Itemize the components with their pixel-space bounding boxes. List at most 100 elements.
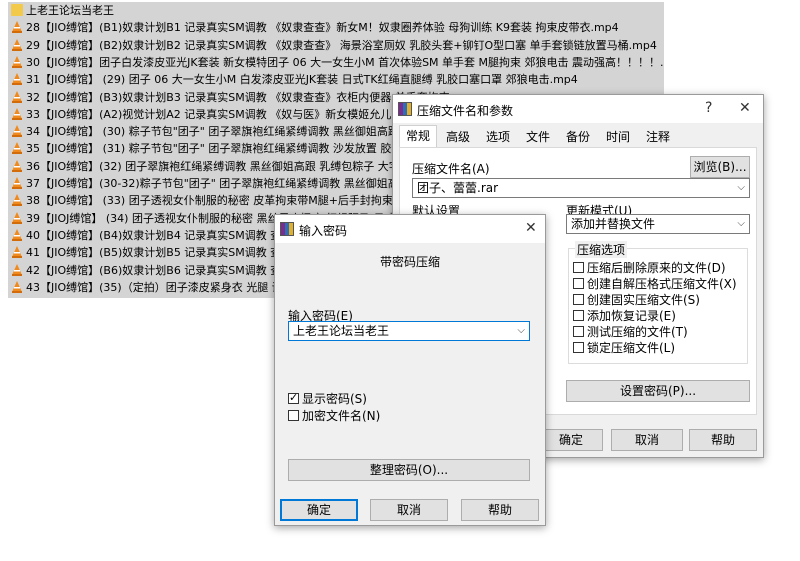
show-password-box[interactable] (288, 391, 299, 404)
vlc-cone-icon (11, 21, 23, 34)
vlc-cone-icon (11, 280, 23, 293)
file-name: 30【JIO缚馆】团子白发漆皮亚光JK套装 新女模特团子 06 大一女生小M 首… (26, 55, 664, 69)
file-name: 36【JIO缚馆】(32) 团子翠旗袍红绳紧缚调教 黑丝御姐高跟 乳缚包粽子 大… (26, 159, 433, 173)
archive-name-input[interactable]: 团子、蕾蕾.rar ⌵ (412, 178, 750, 198)
vlc-cone-icon (11, 194, 23, 207)
archive-option-label: 添加恢复记录(E) (587, 309, 676, 323)
encrypt-filenames-box[interactable] (288, 410, 299, 421)
archive-option-label: 压缩后删除原来的文件(D) (587, 261, 726, 275)
close-icon[interactable]: ✕ (739, 100, 751, 116)
show-password-label: 显示密码(S) (302, 392, 367, 406)
password-input[interactable]: 上老王论坛当老王 ⌵ (288, 321, 530, 341)
vlc-cone-icon (11, 246, 23, 259)
archive-option-label: 创建自解压格式压缩文件(X) (587, 277, 737, 291)
password-heading: 带密码压缩 (379, 255, 440, 269)
checkbox-box[interactable] (573, 262, 584, 273)
update-mode-select[interactable]: 添加并替换文件 ⌵ (566, 214, 750, 234)
chevron-down-icon[interactable]: ⌵ (517, 322, 525, 340)
file-name: 42【JIO缚馆】(B6)奴隶计划B6 记录真实SM调教 查查首 (26, 263, 304, 277)
vlc-cone-icon (11, 228, 23, 241)
tab-5[interactable]: 时间 (599, 127, 637, 147)
tab-2[interactable]: 选项 (479, 127, 517, 147)
organize-passwords-button[interactable]: 整理密码(O)... (288, 459, 530, 481)
checkbox-box[interactable] (573, 326, 584, 337)
set-password-button[interactable]: 设置密码(P)... (566, 380, 750, 402)
tab-6[interactable]: 注释 (639, 127, 677, 147)
vlc-cone-icon (11, 142, 23, 155)
archive-option-label: 锁定压缩文件(L) (587, 341, 676, 355)
vlc-cone-icon (11, 38, 23, 51)
file-name: 43【JIO缚馆】(35)（定拍）团子漆皮紧身衣 光腿 调教椅 (26, 280, 305, 294)
file-name: 40【JIO缚馆】(B4)奴隶计划B4 记录真实SM调教 查查K9 (26, 228, 307, 242)
vlc-cone-icon (11, 263, 23, 276)
password-help-button[interactable]: 帮助 (461, 499, 539, 521)
file-name: 31【JIO缚馆】 (29) 团子 06 大一女生小M 白发漆皮亚光JK套装 日… (26, 73, 578, 87)
archive-option-checkbox[interactable]: 测试压缩的文件(T) (573, 323, 688, 340)
archive-option-checkbox[interactable]: 压缩后删除原来的文件(D) (573, 259, 726, 276)
vlc-cone-icon (11, 107, 23, 120)
file-name: 34【JIO缚馆】 (30) 粽子节包"团子" 团子翠旗袍红绳紧缚调教 黑丝御姐… (26, 125, 425, 139)
archive-name-value: 团子、蕾蕾.rar (417, 181, 499, 195)
folder-icon (11, 4, 23, 16)
browse-button[interactable]: 浏览(B)... (690, 156, 750, 178)
archive-option-checkbox[interactable]: 创建固实压缩文件(S) (573, 291, 700, 308)
archive-name-label: 压缩文件名(A) (412, 162, 490, 176)
close-icon[interactable]: ✕ (525, 220, 537, 236)
archive-dialog-titlebar[interactable]: 压缩文件名和参数 ? ✕ (393, 95, 763, 123)
archive-option-checkbox[interactable]: 锁定压缩文件(L) (573, 339, 675, 356)
archive-option-label: 测试压缩的文件(T) (587, 325, 688, 339)
file-name: 41【JIO缚馆】(B5)奴隶计划B5 记录真实SM调教 查查常 (26, 246, 304, 260)
tab-4[interactable]: 备份 (559, 127, 597, 147)
file-row[interactable]: 28【JIO缚馆】(B1)奴隶计划B1 记录真实SM调教 《奴隶查查》新女M！奴… (8, 19, 664, 36)
encrypt-filenames-label: 加密文件名(N) (302, 409, 381, 423)
password-dialog-title: 输入密码 (299, 224, 348, 238)
archive-dialog-title: 压缩文件名和参数 (417, 104, 514, 118)
file-name: 32【JIO缚馆】(B3)奴隶计划B3 记录真实SM调教 《奴隶查查》衣柜内便器… (26, 90, 450, 104)
update-mode-value: 添加并替换文件 (571, 217, 656, 231)
file-name: 29【JIO缚馆】(B2)奴隶计划B2 记录真实SM调教 《奴隶查查》 海景浴室… (26, 38, 657, 52)
vlc-cone-icon (11, 211, 23, 224)
file-row[interactable]: 29【JIO缚馆】(B2)奴隶计划B2 记录真实SM调教 《奴隶查查》 海景浴室… (8, 37, 664, 54)
archive-ok-button[interactable]: 确定 (539, 429, 603, 451)
tab-3[interactable]: 文件 (519, 127, 557, 147)
checkbox-box[interactable] (573, 342, 584, 353)
chevron-down-icon[interactable]: ⌵ (737, 179, 745, 197)
vlc-cone-icon (11, 90, 23, 103)
file-name: 上老王论坛当老王 (26, 4, 114, 17)
winrar-icon (280, 222, 294, 236)
file-name: 37【JIO缚馆】(30-32)粽子节包"团子" 团子翠旗袍红绳紧缚调教 黑丝御… (26, 177, 436, 190)
file-name: 38【JIO缚馆】 (33) 团子透视女仆制服的秘密 皮革拘束带M腿+后手封拘束… (26, 194, 430, 208)
file-row[interactable]: 30【JIO缚馆】团子白发漆皮亚光JK套装 新女模特团子 06 大一女生小M 首… (8, 54, 664, 71)
file-name: 35【JIO缚馆】 (31) 粽子节包"团子" 团子翠旗袍红绳紧缚调教 沙发放置… (26, 142, 434, 156)
tab-0[interactable]: 常规 (399, 125, 437, 148)
encrypt-filenames-checkbox[interactable]: 加密文件名(N) (288, 407, 380, 424)
archive-option-label: 创建固实压缩文件(S) (587, 293, 700, 307)
password-cancel-button[interactable]: 取消 (370, 499, 448, 521)
password-value: 上老王论坛当老王 (293, 324, 390, 338)
help-icon[interactable]: ? (705, 100, 712, 116)
archive-option-checkbox[interactable]: 创建自解压格式压缩文件(X) (573, 275, 737, 292)
file-name: 33【JIO缚馆】(A2)视觉计划A2 记录真实SM调教 《奴与医》新女模姬允儿… (26, 107, 439, 121)
tab-1[interactable]: 高级 (439, 127, 477, 147)
chevron-down-icon[interactable]: ⌵ (737, 215, 745, 233)
checkbox-box[interactable] (573, 294, 584, 305)
password-ok-button[interactable]: 确定 (280, 499, 358, 521)
vlc-cone-icon (11, 159, 23, 172)
password-dialog: 输入密码 ✕ 带密码压缩 输入密码(E) 上老王论坛当老王 ⌵ 显示密码(S) … (274, 214, 546, 526)
checkbox-box[interactable] (573, 278, 584, 289)
archive-cancel-button[interactable]: 取消 (611, 429, 683, 451)
checkbox-box[interactable] (573, 310, 584, 321)
archive-option-checkbox[interactable]: 添加恢复记录(E) (573, 307, 676, 324)
archive-help-button[interactable]: 帮助 (689, 429, 757, 451)
vlc-cone-icon (11, 125, 23, 138)
vlc-cone-icon (11, 55, 23, 68)
archive-options-group: 压缩选项 压缩后删除原来的文件(D) 创建自解压格式压缩文件(X) 创建固实压缩文件… (568, 241, 748, 364)
folder-row[interactable]: 上老王论坛当老王 (8, 2, 664, 19)
winrar-icon (398, 102, 412, 116)
file-name: 28【JIO缚馆】(B1)奴隶计划B1 记录真实SM调教 《奴隶查查》新女M！奴… (26, 21, 619, 35)
password-dialog-titlebar[interactable]: 输入密码 ✕ (275, 215, 545, 243)
archive-options-title: 压缩选项 (575, 241, 628, 258)
vlc-cone-icon (11, 177, 23, 189)
show-password-checkbox[interactable]: 显示密码(S) (288, 390, 367, 407)
file-row[interactable]: 31【JIO缚馆】 (29) 团子 06 大一女生小M 白发漆皮亚光JK套装 日… (8, 71, 664, 88)
